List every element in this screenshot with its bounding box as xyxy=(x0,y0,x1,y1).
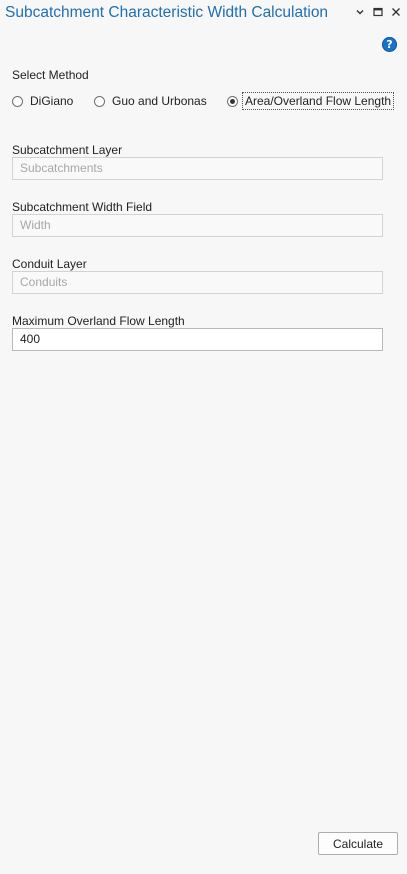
subcatchment-layer-field[interactable]: Subcatchments xyxy=(12,157,383,180)
help-icon[interactable]: ? xyxy=(382,37,397,52)
conduit-layer-label: Conduit Layer xyxy=(12,257,87,271)
conduit-layer-field[interactable]: Conduits xyxy=(12,271,383,294)
radio-digiano[interactable]: DiGiano xyxy=(12,92,73,110)
maximize-icon[interactable] xyxy=(371,5,385,19)
subcatchment-width-field[interactable]: Width xyxy=(12,214,383,237)
radio-guo-urbonas-indicator[interactable] xyxy=(94,95,105,107)
max-overland-flow-length-input[interactable]: 400 xyxy=(12,328,383,351)
radio-digiano-label: DiGiano xyxy=(30,94,74,108)
radio-area-flow-length-indicator[interactable] xyxy=(227,95,238,107)
chevron-down-icon[interactable] xyxy=(353,5,367,19)
subcatchment-width-field-label: Subcatchment Width Field xyxy=(12,200,153,214)
window-title: Subcatchment Characteristic Width Calcul… xyxy=(5,4,329,21)
subcatchment-layer-label: Subcatchment Layer xyxy=(12,143,123,157)
radio-area-flow-length[interactable]: Area/Overland Flow Length xyxy=(227,92,395,110)
radio-digiano-indicator[interactable] xyxy=(12,95,23,107)
close-icon[interactable] xyxy=(389,5,403,19)
method-radio-group: DiGiano Guo and Urbonas Area/Overland Fl… xyxy=(0,92,407,110)
radio-guo-urbonas-label: Guo and Urbonas xyxy=(112,94,207,108)
max-overland-flow-length-label: Maximum Overland Flow Length xyxy=(12,314,185,328)
radio-guo-urbonas[interactable]: Guo and Urbonas xyxy=(94,92,207,110)
radio-area-flow-length-label: Area/Overland Flow Length xyxy=(242,92,395,110)
select-method-label: Select Method xyxy=(12,68,89,82)
calculate-button[interactable]: Calculate xyxy=(318,832,398,855)
title-bar: Subcatchment Characteristic Width Calcul… xyxy=(0,0,407,28)
